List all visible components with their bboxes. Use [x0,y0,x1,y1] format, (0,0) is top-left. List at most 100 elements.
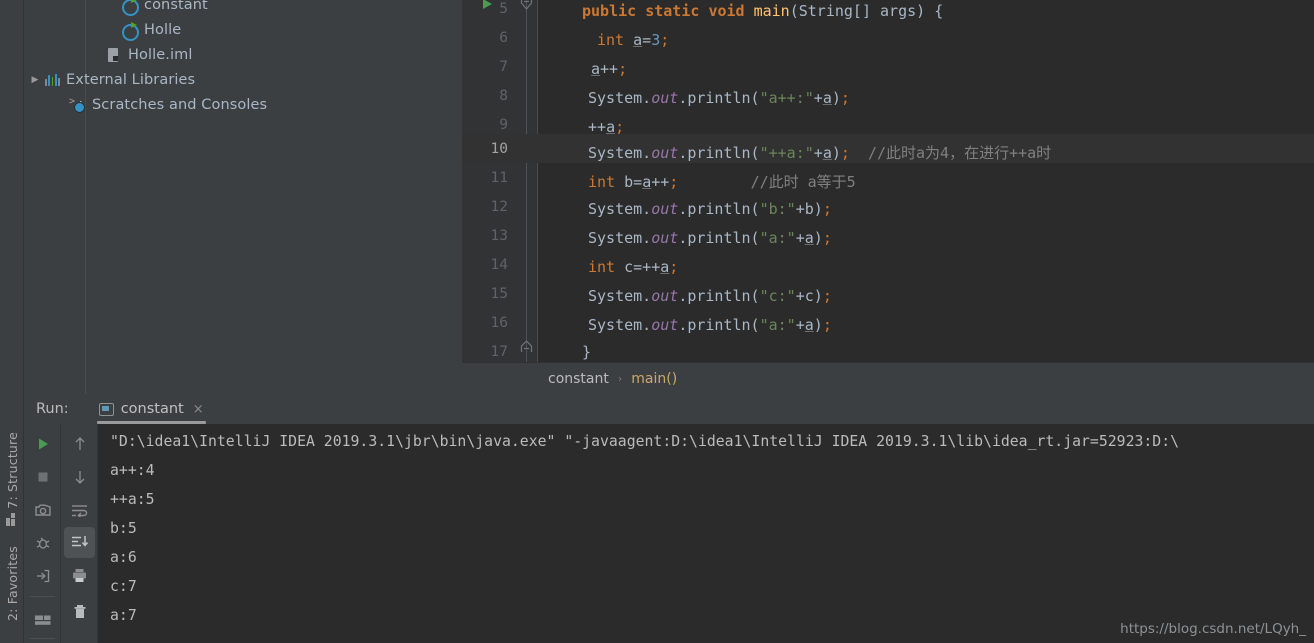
run-gutter-icon[interactable] [483,0,492,9]
screenshot-button[interactable] [27,494,58,525]
line-number: 12 [490,198,508,215]
code-text-line-11: int b=a++; //此时 a等于5 [588,173,856,191]
code-text-line-10: System.out.println("++a:"+a); //此时a为4，在进… [588,144,1052,162]
inline-comment: //此时 a等于5 [750,173,856,191]
line-number: 9 [499,116,508,133]
code-text-line-13: System.out.println("a:"+a); [588,229,832,247]
inline-comment: //此时a为4，在进行++a时 [867,144,1052,162]
editor-line[interactable]: 7 [462,52,1314,81]
tree-item-scratches-and-consoles[interactable]: Scratches and Consoles [68,94,267,115]
run-configuration-icon [98,402,114,416]
code-text-line-17: } [582,343,592,361]
tree-item-label: Holle [144,21,182,38]
arrow-up-icon [73,436,87,452]
export-button[interactable] [27,560,58,591]
close-icon[interactable]: × [193,402,204,417]
console-output[interactable]: "D:\idea1\IntelliJ IDEA 2019.3.1\jbr\bin… [98,424,1314,643]
java-class-icon [120,0,139,16]
chevron-right-icon[interactable]: ▶ [28,69,42,90]
breadcrumb-class[interactable]: constant [548,371,609,387]
run-tab-label: constant [120,401,184,417]
bug-icon [35,536,51,550]
watermark: https://blog.csdn.net/LQyh_ [1120,621,1306,637]
printer-icon [71,568,88,583]
tree-item-holle-iml[interactable]: Holle.iml [104,44,192,65]
line-number: 13 [490,227,508,244]
print-button[interactable] [64,560,95,591]
run-tab-constant[interactable]: constant × [96,394,206,424]
tool-window-label: 7: Structure [4,432,20,509]
toolbar-divider [30,596,55,597]
line-number: 17 [490,343,508,360]
scroll-down-button[interactable] [64,461,95,492]
line-number: 8 [499,87,508,104]
fold-end-icon[interactable] [520,340,533,353]
project-tool-window[interactable]: constant Holle Holle.iml ▶ External Libr… [24,0,462,394]
java-class-icon [120,21,139,41]
tree-item-constant[interactable]: constant [120,0,208,16]
code-text-line-9: ++a; [588,118,625,136]
breadcrumb[interactable]: constant › main() [462,362,1314,394]
clear-all-button[interactable] [64,596,95,627]
line-number: 11 [490,169,508,186]
left-tool-strip-top [0,0,24,394]
run-tab-bar: Run: constant × [24,394,1314,424]
arrow-into-box-icon [35,569,50,583]
top-region: constant Holle Holle.iml ▶ External Libr… [0,0,1314,394]
intellij-idea-window: constant Holle Holle.iml ▶ External Libr… [0,0,1314,643]
stop-button[interactable] [27,461,58,492]
tree-item-external-libraries[interactable]: ▶ External Libraries [28,69,196,90]
code-text-line-14: int c=++a; [588,258,679,276]
fold-expanded-icon[interactable] [520,0,533,10]
tool-window-label: 2: Favorites [4,546,20,622]
tool-window-button-favorites[interactable]: 2: Favorites [0,546,24,621]
run-tool-window: 7: Structure 2: Favorites Run: constant … [0,394,1314,643]
console-line: "D:\idea1\IntelliJ IDEA 2019.3.1\jbr\bin… [110,433,1180,450]
iml-file-icon [104,46,122,64]
left-tool-strip: 7: Structure 2: Favorites [0,394,24,643]
code-editor[interactable]: 5 6 7 8 9 10 11 12 13 14 15 16 17 public… [462,0,1314,362]
tool-window-button-structure[interactable]: 7: Structure [0,432,24,526]
libraries-icon [42,71,60,89]
console-scrollbar[interactable] [1304,424,1314,643]
code-text-line-12: System.out.println("b:"+b); [588,200,832,218]
code-text-line-8: System.out.println("a++:"+a); [588,89,850,107]
rerun-button[interactable] [27,428,58,459]
run-label: Run: [36,401,69,417]
scratches-icon [68,96,86,114]
run-toolbar-console [61,424,98,643]
console-line: c:7 [110,578,137,595]
tree-indent-guide [85,0,86,394]
run-toolbar-primary [24,424,61,643]
console-line: a++:4 [110,462,155,479]
line-number: 6 [499,29,508,46]
line-number: 7 [499,58,508,75]
code-text-line-15: System.out.println("c:"+c); [588,287,832,305]
code-text-line-16: System.out.println("a:"+a); [588,316,832,334]
wrap-icon [71,503,89,517]
soft-wrap-button[interactable] [64,494,95,525]
code-text-line-5: public static void main(String[] args) { [582,2,944,20]
console-line: a:6 [110,549,137,566]
toolbar-divider [30,638,55,639]
code-text-line-7: a++; [591,60,628,78]
tree-item-label: Scratches and Consoles [92,96,268,113]
structure-icon [5,512,19,526]
scroll-to-end-button[interactable] [64,527,95,558]
layout-button[interactable] [27,604,58,635]
code-text-line-6: int a=3; [597,31,670,49]
breadcrumb-method[interactable]: main() [631,371,677,387]
line-number: 14 [490,256,508,273]
dump-threads-button[interactable] [27,527,58,558]
console-line: ++a:5 [110,491,155,508]
camera-icon [34,503,51,517]
tree-item-holle[interactable]: Holle [120,19,182,41]
editor-line[interactable]: 6 [462,23,1314,52]
trash-icon [72,604,88,620]
play-icon [36,437,50,451]
scroll-up-button[interactable] [64,428,95,459]
breadcrumb-separator-icon: › [617,372,623,385]
line-number: 10 [490,140,508,157]
line-number: 16 [490,314,508,331]
console-line: b:5 [110,520,137,537]
